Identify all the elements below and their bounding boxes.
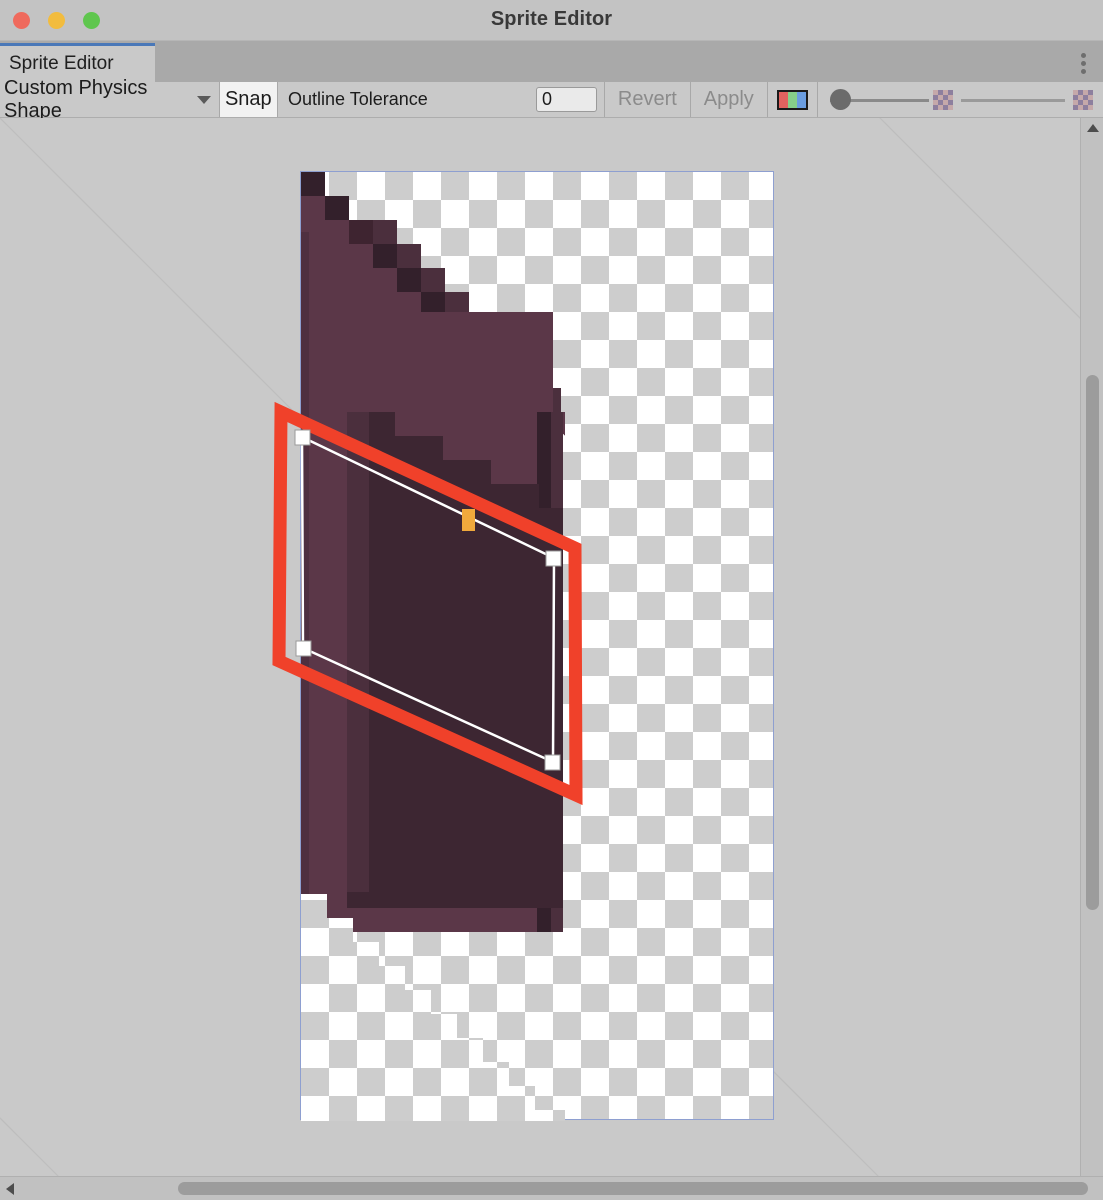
apply-button[interactable]: Apply bbox=[690, 82, 767, 117]
checker-swatch-icon[interactable] bbox=[1073, 89, 1094, 110]
sprite-canvas-viewport[interactable] bbox=[0, 118, 1080, 1176]
outline-tolerance-label: Outline Tolerance bbox=[288, 89, 428, 109]
display-slider-group bbox=[818, 82, 1103, 117]
rgb-channel-button[interactable] bbox=[767, 82, 818, 117]
alpha-slider[interactable] bbox=[961, 89, 1066, 111]
chevron-down-icon bbox=[196, 95, 211, 104]
revert-button[interactable]: Revert bbox=[604, 82, 690, 117]
shape-mode-dropdown[interactable]: Custom Physics Shape bbox=[0, 77, 219, 122]
shape-mode-dropdown-label: Custom Physics Shape bbox=[4, 76, 148, 122]
window-title: Sprite Editor bbox=[490, 8, 613, 30]
vertical-scrollbar-thumb[interactable] bbox=[1086, 375, 1099, 910]
rgb-red-bar bbox=[778, 91, 788, 108]
alpha-slider-track bbox=[961, 98, 1066, 102]
vertical-scrollbar[interactable] bbox=[1080, 118, 1103, 1176]
snap-button-label: Snap bbox=[224, 88, 272, 110]
outline-tolerance-input[interactable] bbox=[536, 87, 598, 112]
rgb-blue-bar bbox=[796, 91, 806, 108]
sprite-bottom-cutout bbox=[301, 894, 775, 1121]
rgb-green-bar bbox=[787, 91, 797, 108]
revert-button-label: Revert bbox=[617, 88, 677, 110]
horizontal-scrollbar-thumb[interactable] bbox=[178, 1182, 1088, 1195]
snap-button[interactable]: Snap bbox=[219, 82, 278, 117]
kebab-menu-icon[interactable] bbox=[1080, 53, 1087, 74]
checker-swatch-icon[interactable] bbox=[933, 89, 954, 110]
title-bar: Sprite Editor bbox=[0, 0, 1103, 41]
horizontal-scrollbar[interactable] bbox=[0, 1176, 1103, 1200]
triangle-up-icon[interactable] bbox=[1087, 124, 1099, 132]
sprite-texture-canvas[interactable] bbox=[300, 171, 775, 1121]
zoom-slider-knob[interactable] bbox=[830, 89, 852, 110]
zoom-slider[interactable] bbox=[830, 89, 930, 111]
triangle-left-icon[interactable] bbox=[6, 1183, 14, 1195]
rgb-channel-icon bbox=[776, 89, 808, 110]
outline-tolerance-group: Outline Tolerance bbox=[278, 82, 605, 117]
kebab-dot bbox=[1081, 53, 1086, 58]
tab-sprite-editor-label: Sprite Editor bbox=[9, 53, 114, 74]
kebab-dot bbox=[1081, 61, 1086, 66]
sprite-editor-window: Sprite Editor Sprite Editor Custom Physi… bbox=[0, 0, 1103, 1200]
editor-toolbar: Custom Physics Shape Snap Outline Tolera… bbox=[0, 77, 1103, 122]
kebab-dot bbox=[1081, 69, 1086, 74]
apply-button-label: Apply bbox=[703, 88, 754, 110]
